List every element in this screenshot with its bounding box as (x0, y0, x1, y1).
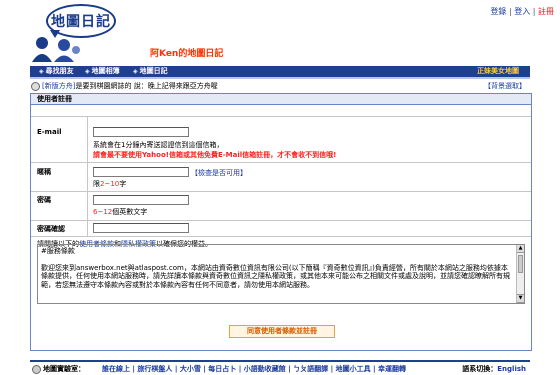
password-field[interactable] (93, 195, 189, 205)
terms-textarea[interactable]: #服務條款 歡迎您來到answerbox.net與atlaspost.com，本… (37, 244, 525, 304)
footer: 地圖實驗室： 誰在線上 | 旅行棋盤人 | 大小雪 | 每日占卜 | 小語動收藏… (30, 360, 530, 374)
nav-beauty-map[interactable]: 正妹美女地圖 (474, 66, 522, 77)
row-divider (31, 220, 531, 221)
announcement-bar: [新版方舟]是要到棋園網誌的 說：晚上記得來跟亞方舟喔 【背景選取】 (30, 80, 530, 92)
column-divider (87, 116, 88, 236)
people-icon (32, 37, 80, 62)
email-note: 系統會在1分鐘內寄送認證信到這個信箱， (93, 141, 224, 149)
email-warning: 請會最不要使用Yahoo!信箱或其他免費E-Mail信箱註冊，才不會收不到信哦! (93, 151, 337, 159)
nav-arrow-icon: ◈ (133, 68, 138, 75)
background-select-link[interactable]: 【背景選取】 (484, 81, 526, 91)
password-label: 密碼 (37, 196, 51, 204)
check-availability-link[interactable]: 【檢查是否可用】 (191, 168, 247, 178)
footer-links[interactable]: 誰在線上 | 旅行棋盤人 | 大小雪 | 每日占卜 | 小語動收藏館 | ㄅㄆ語… (102, 364, 406, 374)
scroll-thumb[interactable] (518, 255, 523, 273)
nickname-limit: 限2~10字 (93, 179, 126, 189)
nav-label: 尋找朋友 (45, 67, 74, 75)
email-field[interactable] (93, 127, 189, 137)
row-divider (31, 162, 531, 163)
nickname-field[interactable] (93, 167, 189, 177)
language-switch: 語系切換：English (462, 364, 526, 374)
announce-icon (31, 82, 40, 91)
nickname-label: 暱稱 (37, 168, 51, 176)
limit-suffix: 字 (119, 180, 127, 188)
lang-english-link[interactable]: English (497, 365, 526, 373)
nav-label: 地圖日記 (139, 67, 168, 75)
terms-scrollbar[interactable]: ▲ ▼ (516, 245, 524, 303)
nav-map-diary[interactable]: ◈ 地圖日記 (130, 66, 171, 77)
row-divider (31, 236, 531, 237)
login-link[interactable]: 登錄 (490, 7, 506, 16)
footer-label: 地圖實驗室： (43, 365, 85, 373)
confirm-password-field[interactable] (93, 223, 189, 233)
top-links: 登錄 | 登入 | 註冊 (490, 7, 554, 16)
hint-range: 6~12 (93, 208, 113, 216)
signup-link[interactable]: 註冊 (538, 7, 554, 16)
lab-icon (32, 364, 41, 374)
scroll-down-icon[interactable]: ▼ (517, 294, 524, 303)
registration-panel: 使用者註冊 E-mail 系統會在1分鐘內寄送認證信到這個信箱， 請會最不要使用… (30, 93, 532, 351)
nav-label: 地圖相簿 (91, 67, 120, 75)
agree-and-register-button[interactable]: 同意使用者條款並註冊 (229, 325, 335, 338)
logo-text: 地圖日記 (51, 14, 111, 30)
announce-prefix[interactable]: [新版方舟] (42, 82, 75, 90)
register-link[interactable]: 登入 (514, 7, 530, 16)
site-title: 阿Ken的地圖日記 (150, 49, 224, 59)
password-hint: 6~12個英數文字 (93, 207, 147, 217)
panel-header: 使用者註冊 (31, 94, 531, 105)
footer-lab: 地圖實驗室： (32, 364, 85, 374)
nav-bar: ◈ 尋找朋友 ◈ 地圖相簿 ◈ 地圖日記 正妹美女地圖 (30, 66, 530, 79)
scroll-up-icon[interactable]: ▲ (517, 245, 524, 253)
confirm-password-label: 密碼確認 (37, 225, 65, 233)
nav-find-friends[interactable]: ◈ 尋找朋友 (36, 66, 77, 77)
row-divider (31, 116, 531, 117)
row-divider (31, 191, 531, 192)
lang-label: 語系切換： (462, 365, 498, 373)
terms-text: #服務條款 歡迎您來到answerbox.net與atlaspost.com，本… (41, 247, 510, 289)
email-label: E-mail (37, 128, 62, 136)
nav-arrow-icon: ◈ (39, 68, 44, 75)
nav-arrow-icon: ◈ (85, 68, 90, 75)
limit-prefix: 限 (93, 180, 100, 188)
announce-text: 是要到棋園網誌的 說：晚上記得來跟亞方舟喔 (75, 82, 218, 90)
nav-map-album[interactable]: ◈ 地圖相簿 (82, 66, 123, 77)
hint-text: 個英數文字 (112, 208, 148, 216)
limit-range: 2~10 (100, 180, 120, 188)
